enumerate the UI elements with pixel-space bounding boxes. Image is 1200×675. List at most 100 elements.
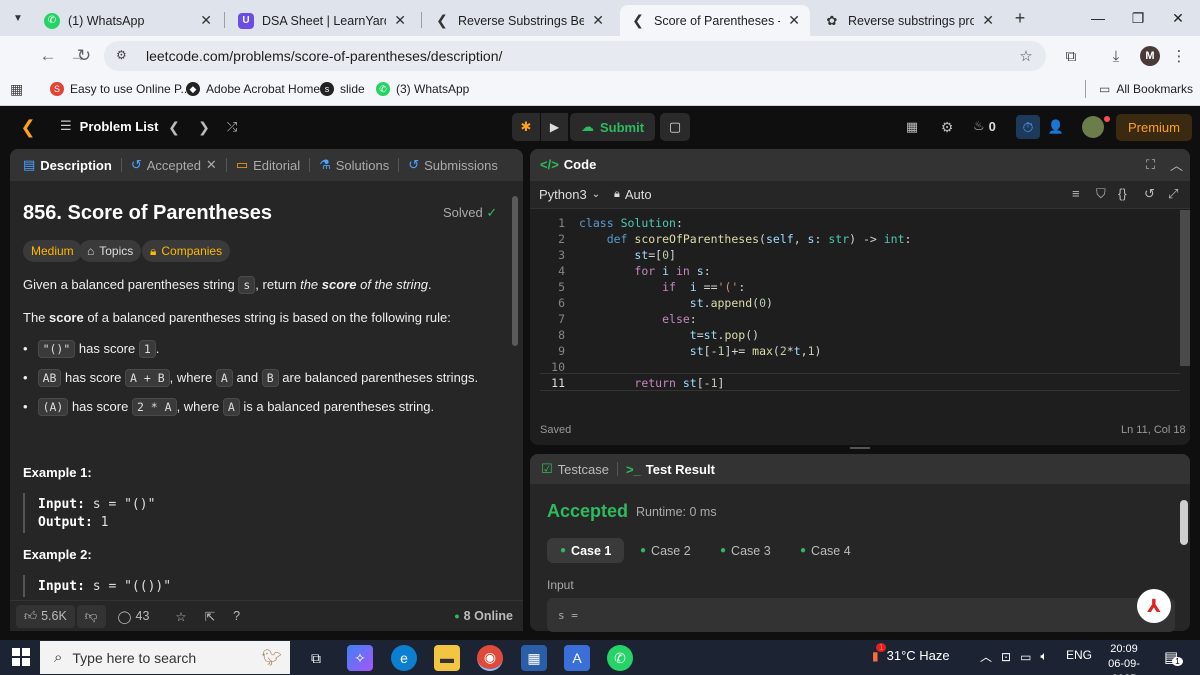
prev-problem-chevron-icon[interactable]: ❮ xyxy=(166,118,182,136)
all-bookmarks[interactable]: ▭ All Bookmarks xyxy=(1099,80,1193,98)
description-scrollbar[interactable] xyxy=(512,196,518,346)
volume-muted-icon[interactable]: 🔈︎ xyxy=(1040,649,1047,664)
problem-list-button[interactable]: ☰ Problem List xyxy=(60,118,158,134)
format-icon[interactable]: ≡ xyxy=(1072,186,1080,201)
dislike-button[interactable]: 👎︎ xyxy=(76,604,106,628)
close-tab-icon[interactable]: ✕ xyxy=(394,12,406,29)
code-line[interactable]: 8 t=st.pop() xyxy=(540,327,1180,343)
tab-description[interactable]: ▤ Description xyxy=(19,157,116,173)
add-collaborator-icon[interactable]: 👤 xyxy=(1046,118,1066,136)
language-select[interactable]: Python3 ⌄ xyxy=(539,187,600,202)
submit-button[interactable]: ☁ Submit xyxy=(570,113,655,141)
tab-search-dropdown[interactable]: ▼ xyxy=(8,8,28,28)
tab-testcase[interactable]: ☑ Testcase xyxy=(541,461,609,477)
tab-submissions[interactable]: ↺ Submissions xyxy=(404,157,502,173)
clock[interactable]: 20:09 06-09-2025 xyxy=(1096,642,1152,675)
site-settings-icon[interactable]: ⚙ xyxy=(116,48,132,64)
back-button[interactable]: ← xyxy=(36,44,60,68)
apps-grid-icon[interactable]: ▦ xyxy=(10,80,23,98)
bookmark-slide[interactable]: s slide xyxy=(320,80,365,98)
case-tab-4[interactable]: ● Case 4 xyxy=(787,538,864,563)
share-icon[interactable]: ⇱ xyxy=(205,609,215,624)
topics-chip[interactable]: ⌂ Topics xyxy=(79,240,142,262)
menu-kebab-icon[interactable]: ⋮ xyxy=(1168,45,1190,67)
browser-tab-score-of-parentheses[interactable]: ❮ Score of Parentheses - LeetC ✕ xyxy=(620,5,810,36)
profile-avatar[interactable]: M xyxy=(1140,46,1160,66)
user-avatar[interactable] xyxy=(1082,116,1104,138)
expand-icon[interactable]: ⤢ xyxy=(1168,186,1178,202)
code-line[interactable]: 9 st[-1]+= max(2*t,1) xyxy=(540,343,1180,359)
timer-icon[interactable]: ⏱ xyxy=(1016,115,1040,139)
leetcode-logo-icon[interactable]: ❮ xyxy=(18,116,38,138)
code-line[interactable]: 5 if i =='(': xyxy=(540,279,1180,295)
code-line[interactable]: 2 def scoreOfParentheses(self, s: str) -… xyxy=(540,231,1180,247)
bookmark-adobe-acrobat[interactable]: ◆ Adobe Acrobat Home xyxy=(186,80,320,98)
code-line[interactable]: 1 class Solution: xyxy=(540,215,1180,231)
file-explorer-icon[interactable]: ▬ xyxy=(434,645,460,671)
panel-resize-handle[interactable] xyxy=(850,447,870,449)
next-problem-chevron-icon[interactable]: ❯ xyxy=(196,118,212,136)
case-tab-3[interactable]: ● Case 3 xyxy=(707,538,784,563)
case-tab-1[interactable]: ● Case 1 xyxy=(547,538,625,563)
tab-test-result[interactable]: >_ Test Result xyxy=(626,462,715,477)
vpn-icon[interactable]: A xyxy=(564,645,590,671)
premium-button[interactable]: Premium xyxy=(1116,114,1192,141)
notification-center-icon[interactable]: ▤ 1 xyxy=(1164,648,1183,666)
run-button[interactable]: ▶ xyxy=(541,113,568,141)
close-icon[interactable]: ✕ xyxy=(206,157,217,173)
restore-button[interactable]: ❐ xyxy=(1118,6,1158,30)
whatsapp-icon[interactable]: ✆ xyxy=(607,645,633,671)
weather-widget[interactable]: ▮ 1 31°C Haze xyxy=(872,642,950,663)
comments-button[interactable]: ◯ 43 xyxy=(118,609,150,624)
close-tab-icon[interactable]: ✕ xyxy=(982,12,994,29)
companies-chip[interactable]: 🔒︎ Companies xyxy=(142,240,231,262)
reload-button[interactable]: ↻ xyxy=(72,44,96,68)
tab-accepted[interactable]: ↺ Accepted ✕ xyxy=(127,157,221,173)
edge-icon[interactable]: e xyxy=(391,645,417,671)
code-line[interactable]: 7 else: xyxy=(540,311,1180,327)
network-icon[interactable]: ▭ xyxy=(1020,650,1031,664)
bookmark-online-pdf[interactable]: S Easy to use Online P... xyxy=(50,80,191,98)
download-icon[interactable]: ⤓ xyxy=(1105,45,1127,67)
address-bar[interactable]: ⚙ leetcode.com/problems/score-of-parenth… xyxy=(104,41,1046,71)
close-tab-icon[interactable]: ✕ xyxy=(592,12,604,29)
browser-tab-reverse-substrings[interactable]: ❮ Reverse Substrings Between ✕ xyxy=(424,5,614,36)
close-window-button[interactable]: ✕ xyxy=(1158,6,1198,30)
acrobat-pdf-icon[interactable]: ⅄ xyxy=(1137,589,1171,623)
bookmark-whatsapp[interactable]: ✆ (3) WhatsApp xyxy=(376,80,469,98)
maximize-icon[interactable]: ⛶ xyxy=(1146,157,1155,173)
input-language[interactable]: ENG xyxy=(1066,648,1092,662)
code-tab[interactable]: </> Code xyxy=(540,157,596,172)
code-line[interactable]: 3 st=[0] xyxy=(540,247,1180,263)
favorite-star-icon[interactable]: ☆ xyxy=(175,609,186,624)
debug-button[interactable]: ✱ xyxy=(512,113,540,141)
close-tab-icon[interactable]: ✕ xyxy=(788,12,800,29)
collapse-chevron-icon[interactable]: ︿ xyxy=(1170,155,1183,174)
code-line[interactable]: 6 st.append(0) xyxy=(540,295,1180,311)
task-view-icon[interactable]: ⧉ xyxy=(303,645,329,671)
shuffle-icon[interactable]: ⤮ xyxy=(224,118,240,136)
notes-button[interactable]: ▢ xyxy=(660,113,690,141)
tab-solutions[interactable]: ⚗ Solutions xyxy=(315,157,393,173)
code-line-current[interactable]: 11 return st[-1] xyxy=(540,373,1180,391)
layout-grid-icon[interactable]: ▦ xyxy=(903,118,921,136)
new-tab-button[interactable]: + xyxy=(1010,8,1030,28)
copilot-icon[interactable]: ✧ xyxy=(347,645,373,671)
windows-start-icon[interactable] xyxy=(12,648,30,666)
tab-editorial[interactable]: ▭ Editorial xyxy=(232,157,304,173)
help-icon[interactable]: ? xyxy=(233,609,240,623)
chevron-up-icon[interactable]: ︿ xyxy=(980,648,992,665)
like-button[interactable]: 👍︎ 5.6K xyxy=(16,604,75,628)
settings-gear-icon[interactable]: ⚙ xyxy=(938,118,956,136)
extensions-icon[interactable]: ⧉ xyxy=(1060,45,1082,67)
auto-mode-toggle[interactable]: 🔒︎ Auto xyxy=(614,187,652,202)
reset-icon[interactable]: ↺ xyxy=(1144,186,1155,202)
browser-tab-chatgpt[interactable]: ✿ Reverse substrings problem ✕ xyxy=(814,5,1004,36)
code-line[interactable]: 4 for i in s: xyxy=(540,263,1180,279)
browser-tab-learnyard[interactable]: U DSA Sheet | LearnYard ✕ xyxy=(228,5,416,36)
browser-tab-whatsapp[interactable]: ✆ (1) WhatsApp ✕ xyxy=(34,5,222,36)
chrome-icon[interactable]: ◉ xyxy=(477,645,503,671)
store-icon[interactable]: ▦ xyxy=(521,645,547,671)
bookmark-icon[interactable]: ⛉ xyxy=(1096,186,1106,202)
code-scrollbar[interactable] xyxy=(1180,210,1190,366)
